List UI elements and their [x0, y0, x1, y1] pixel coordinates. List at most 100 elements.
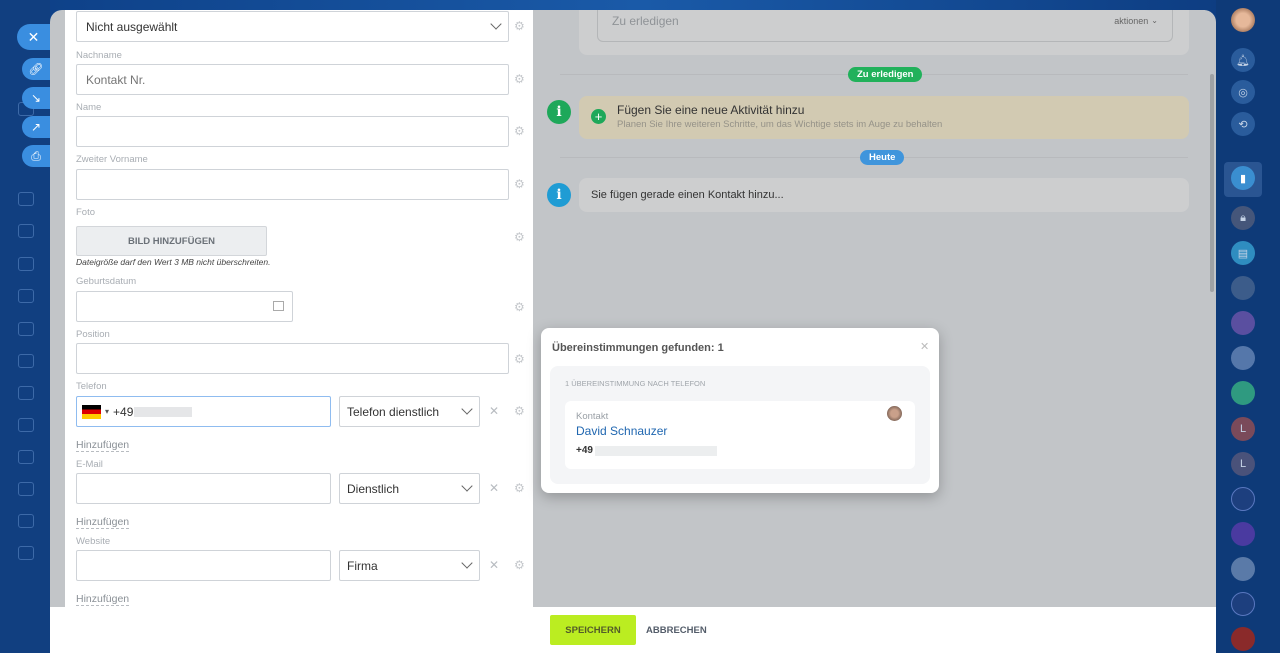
minimize-icon[interactable]: ↘	[22, 87, 50, 109]
phone-type-select[interactable]: Telefon dienstlich	[339, 396, 480, 427]
calendar-icon[interactable]	[273, 301, 284, 311]
link-icon[interactable]: 🔗︎	[22, 58, 50, 80]
section-title: 1 ÜBEREINSTIMMUNG NACH TELEFON	[565, 379, 706, 388]
mail-icon[interactable]	[18, 289, 34, 303]
gear-icon[interactable]: ⚙	[514, 558, 525, 572]
nachname-label: Nachname	[76, 50, 122, 61]
gear-icon[interactable]: ⚙	[514, 124, 525, 138]
name-label: Name	[76, 102, 102, 113]
contacts-icon[interactable]	[18, 322, 34, 336]
close-button[interactable]: ✕	[17, 24, 50, 50]
timeline: Zu erledigen aktionen ⌄ Zu erledigen i +…	[533, 10, 1214, 607]
contact-avatar[interactable]	[1231, 381, 1255, 405]
user-avatar[interactable]	[1231, 8, 1255, 32]
website-type-select[interactable]: Firma	[339, 550, 480, 581]
birthdate-input[interactable]	[76, 291, 293, 322]
remove-icon[interactable]: ✕	[489, 558, 499, 572]
contact-avatar[interactable]	[1231, 592, 1255, 616]
open-new-window-icon[interactable]: ↗	[22, 116, 50, 138]
bell-icon[interactable]: 🔔︎	[1231, 48, 1255, 72]
gear-icon[interactable]: ⚙	[514, 72, 525, 86]
email-type-select[interactable]: Dienstlich	[339, 473, 480, 504]
todo-card: Zu erledigen aktionen ⌄	[579, 10, 1189, 55]
store-icon[interactable]	[18, 482, 34, 496]
nachname-input[interactable]	[76, 64, 509, 95]
filter-icon[interactable]	[18, 418, 34, 432]
caret-icon[interactable]: ▾	[105, 407, 109, 416]
chevron-down-icon	[461, 480, 473, 492]
chat-icon[interactable]: ▤	[1231, 241, 1255, 265]
match-card[interactable]: Kontakt David Schnauzer +49	[565, 401, 915, 469]
chat-search-icon[interactable]: ⟲	[1231, 112, 1255, 136]
phone-input[interactable]: ▾ +49	[76, 396, 331, 427]
telefon-label: Telefon	[76, 381, 107, 392]
close-icon[interactable]: ✕	[920, 340, 929, 353]
target-icon[interactable]: ◎	[1231, 80, 1255, 104]
remove-icon[interactable]: ✕	[489, 404, 499, 418]
add-email-link[interactable]: Hinzufügen	[76, 516, 130, 529]
gear-icon[interactable]: ⚙	[514, 481, 525, 495]
contact-avatar[interactable]: L	[1231, 452, 1255, 476]
photo-hint: Dateigröße darf den Wert 3 MB nicht über…	[76, 257, 271, 267]
add-activity-card[interactable]: + Fügen Sie eine neue Aktivität hinzu Pl…	[579, 96, 1189, 139]
position-label: Position	[76, 329, 110, 340]
card-icon[interactable]	[18, 257, 34, 271]
contact-avatar[interactable]	[1231, 311, 1255, 335]
bookmark-icon[interactable]: ▮	[1231, 166, 1255, 190]
contact-avatar[interactable]	[1231, 627, 1255, 651]
todo-input[interactable]: Zu erledigen aktionen ⌄	[597, 10, 1173, 42]
add-website-link[interactable]: Hinzufügen	[76, 593, 130, 606]
edit-icon[interactable]	[18, 514, 34, 528]
match-phone: +49	[576, 445, 717, 456]
email-input[interactable]	[76, 473, 331, 504]
contact-form: Nicht ausgewählt ⚙ Nachname ⚙ Name ⚙ Zwe…	[65, 10, 533, 607]
position-input[interactable]	[76, 343, 509, 374]
contact-avatar[interactable]	[1231, 487, 1255, 511]
target-icon[interactable]	[18, 354, 34, 368]
plus-icon[interactable]: +	[591, 109, 606, 124]
remove-icon[interactable]: ✕	[489, 481, 499, 495]
add-photo-button[interactable]: BILD HINZUFÜGEN	[76, 226, 267, 256]
contact-avatar[interactable]	[1231, 346, 1255, 370]
website-input[interactable]	[76, 550, 331, 581]
popup-title: Übereinstimmungen gefunden: 1	[552, 342, 724, 354]
type-select[interactable]: Nicht ausgewählt	[76, 11, 509, 42]
avatar	[887, 406, 902, 421]
name-input[interactable]	[76, 116, 509, 147]
gear-icon[interactable]: ⚙	[514, 352, 525, 366]
activity-subtitle: Planen Sie Ihre weiteren Schritte, um da…	[617, 119, 943, 130]
task-icon[interactable]	[18, 224, 34, 238]
redacted-number	[134, 406, 193, 417]
gear-icon[interactable]: ⚙	[514, 177, 525, 191]
actions-dropdown[interactable]: aktionen	[1114, 16, 1148, 26]
gear-icon[interactable]: ⚙	[514, 404, 525, 418]
email-label: E-Mail	[76, 459, 103, 470]
today-pill: Heute	[860, 150, 905, 165]
match-type: Kontakt	[576, 411, 609, 422]
print-icon[interactable]: ⎙	[22, 145, 50, 167]
monitor-icon[interactable]	[18, 386, 34, 400]
cancel-button[interactable]: ABBRECHEN	[646, 625, 707, 636]
contact-avatar[interactable]: L	[1231, 417, 1255, 441]
gear-icon[interactable]: ⚙	[514, 19, 525, 33]
scrollbar[interactable]	[1210, 74, 1214, 292]
todo-pill: Zu erledigen	[848, 67, 923, 82]
contact-avatar[interactable]	[1231, 522, 1255, 546]
germany-flag-icon[interactable]	[82, 404, 101, 419]
adding-text: Sie fügen gerade einen Kontakt hinzu...	[591, 189, 784, 201]
save-button[interactable]: SPEICHERN	[550, 615, 636, 645]
id-card-icon[interactable]	[18, 450, 34, 464]
box-icon[interactable]	[18, 546, 34, 560]
gear-icon[interactable]: ⚙	[514, 300, 525, 314]
phone-value: +49	[576, 445, 593, 456]
footer-bar: SPEICHERN ABBRECHEN	[50, 607, 1216, 653]
contact-avatar[interactable]	[1231, 276, 1255, 300]
document-icon[interactable]	[18, 192, 34, 206]
contact-avatar[interactable]	[1231, 557, 1255, 581]
gear-icon[interactable]: ⚙	[514, 230, 525, 244]
email-type: Dienstlich	[347, 481, 400, 496]
lock-icon[interactable]: 🔒︎	[1231, 206, 1255, 230]
match-name-link[interactable]: David Schnauzer	[576, 424, 667, 438]
zweiter-vorname-input[interactable]	[76, 169, 509, 200]
add-phone-link[interactable]: Hinzufügen	[76, 439, 130, 452]
